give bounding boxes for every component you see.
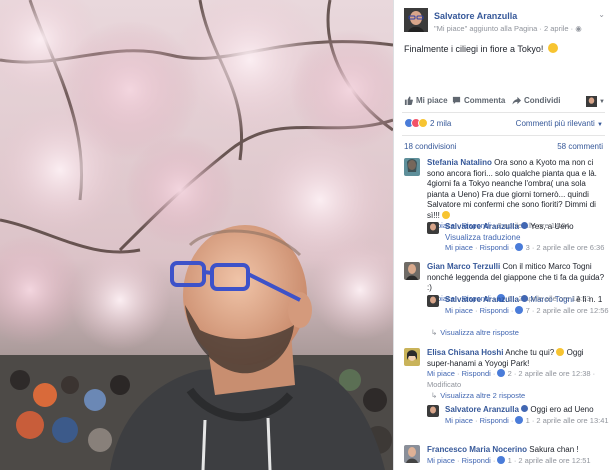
comment-meta: Mi piace · Rispondi · 1 · 2 aprile alle … (427, 455, 591, 465)
comment-likes[interactable]: 1 (508, 456, 512, 465)
comment-time[interactable]: 2 aprile alle ore 6:36 (536, 243, 604, 252)
verified-icon (521, 405, 529, 412)
chevron-down-icon[interactable]: ⌄ (598, 10, 605, 19)
post-side-panel: Salvatore Aranzulla "Mi piace" aggiunto … (393, 0, 613, 470)
cherry-blossom-portrait-image (0, 0, 393, 470)
comment-text: Oggi ero ad Ueno (530, 405, 594, 414)
commenter-name[interactable]: Salvatore Aranzulla (445, 295, 519, 304)
verified-icon (521, 295, 529, 302)
commenter-avatar[interactable] (404, 262, 420, 280)
like-reaction-icon (515, 243, 524, 251)
edited-label[interactable]: Modificato (427, 380, 461, 389)
commenter-avatar[interactable] (427, 405, 439, 417)
like-comment-link[interactable]: Mi piace (445, 306, 473, 315)
commenter-avatar[interactable] (427, 222, 439, 234)
post-text: Finalmente i ciliegi in fiore a Tokyo! (404, 43, 558, 54)
post-header: Salvatore Aranzulla "Mi piace" aggiunto … (404, 8, 607, 34)
view-more-replies-link[interactable]: ↳ Visualizza altre risposte (431, 328, 519, 337)
account-avatar (586, 96, 598, 107)
divider (402, 135, 605, 136)
post-action-bar: Mi piace Commenta Condividi ▼ (402, 96, 605, 110)
comment-likes[interactable]: 3 (526, 243, 530, 252)
comment-likes[interactable]: 7 (526, 306, 530, 315)
verified-icon (521, 222, 529, 229)
share-button[interactable]: Condividi (512, 96, 560, 105)
comment-button[interactable]: Commenta (452, 96, 505, 105)
mention-link[interactable]: Marco Togni (530, 295, 573, 304)
reply-link[interactable]: Rispondi (480, 306, 509, 315)
comment-time[interactable]: 2 aprile alle ore 12:56 (536, 306, 608, 315)
like-reaction-icon (497, 455, 506, 464)
like-comment-link[interactable]: Mi piace (427, 456, 455, 465)
comment-text: Sakura chan ! (529, 445, 579, 454)
comment-time[interactable]: 2 aprile alle ore 12:51 (518, 456, 590, 465)
comment-meta: Mi piace · Rispondi · 3 · 2 aprile alle … (445, 243, 605, 252)
like-comment-link[interactable]: Mi piace (427, 369, 455, 378)
comment-meta: Mi piace · Rispondi · 1 · 2 aprile alle … (445, 415, 609, 425)
comment-likes[interactable]: 1 (526, 416, 530, 425)
chevron-down-icon: ▼ (599, 98, 605, 105)
comment-likes[interactable]: 2 (508, 369, 512, 378)
comment-icon (452, 96, 461, 105)
reactions-row[interactable]: 2 mila Commenti più rilevanti ▼ (404, 118, 605, 130)
commenter-name[interactable]: Salvatore Aranzulla (445, 405, 519, 414)
like-reaction-icon (515, 415, 524, 424)
commenter-avatar[interactable] (427, 295, 439, 307)
share-as-selector[interactable]: ▼ (586, 96, 605, 107)
commenter-avatar[interactable] (404, 158, 420, 176)
like-comment-link[interactable]: Mi piace (445, 243, 473, 252)
comment-sort-dropdown[interactable]: Commenti più rilevanti ▼ (516, 119, 603, 128)
thumbs-up-icon (404, 96, 413, 105)
commenter-name[interactable]: Francesco Maria Nocerino (427, 445, 527, 454)
reply-link[interactable]: Rispondi (462, 369, 491, 378)
liked-page-note: "Mi piace" aggiunto alla Pagina (434, 24, 538, 33)
comment-text: Ora sono a Kyoto ma non ci sono ancora f… (427, 158, 597, 220)
wow-reaction-icon (418, 118, 428, 128)
globe-icon: ◉ (575, 24, 582, 33)
like-comment-link[interactable]: Mi piace (445, 416, 473, 425)
share-icon (512, 96, 521, 105)
divider (402, 112, 605, 113)
commenter-name[interactable]: Salvatore Aranzulla (445, 222, 519, 231)
comment-meta: Mi piace · Rispondi · 2 · 2 aprile alle … (427, 369, 596, 378)
comment-text: Yes, a Ueno (530, 222, 574, 231)
commenter-name[interactable]: Stefania Natalino (427, 158, 492, 167)
comment-meta: Mi piace · Rispondi · 7 · 2 aprile alle … (445, 305, 609, 315)
author-name[interactable]: Salvatore Aranzulla (434, 11, 517, 21)
reply-link[interactable]: Rispondi (480, 416, 509, 425)
like-reaction-icon (497, 369, 506, 377)
comment-text: Anche tu qui? (505, 348, 555, 357)
like-button[interactable]: Mi piace (404, 96, 448, 105)
commenter-avatar[interactable] (404, 348, 420, 366)
commenter-name[interactable]: Elisa Chisana Hoshi (427, 348, 503, 357)
view-more-replies-link[interactable]: ↳ Visualizza altre 2 risposte (431, 391, 525, 400)
post-photo[interactable] (0, 0, 393, 470)
comments-count[interactable]: 58 commenti (557, 142, 603, 151)
translate-link[interactable]: Visualizza traduzione (445, 233, 520, 242)
post-subline: "Mi piace" aggiunto alla Pagina · 2 apri… (434, 24, 582, 33)
comment-text: è lì n. 1 (576, 295, 603, 304)
reply-arrow-icon: ↳ (431, 391, 438, 400)
commenter-name[interactable]: Gian Marco Terzulli (427, 262, 500, 271)
reactions-count[interactable]: 2 mila (430, 119, 451, 128)
reply-link[interactable]: Rispondi (480, 243, 509, 252)
reply-arrow-icon: ↳ (431, 328, 438, 337)
smile-emoji-icon (547, 43, 558, 53)
like-reaction-icon (515, 305, 524, 314)
commenter-avatar[interactable] (404, 445, 420, 463)
chevron-down-icon: ▼ (597, 122, 603, 128)
reply-link[interactable]: Rispondi (462, 456, 491, 465)
post-stats: 18 condivisioni 58 commenti (404, 142, 605, 151)
comment-time[interactable]: 2 aprile alle ore 13:41 (536, 416, 608, 425)
smile-emoji-icon (442, 210, 451, 219)
author-avatar[interactable] (404, 8, 428, 32)
post-date[interactable]: 2 aprile (544, 24, 569, 33)
smile-emoji-icon (556, 348, 565, 356)
comment-time[interactable]: 2 aprile alle ore 12:38 (518, 369, 590, 378)
shares-count[interactable]: 18 condivisioni (404, 142, 456, 151)
